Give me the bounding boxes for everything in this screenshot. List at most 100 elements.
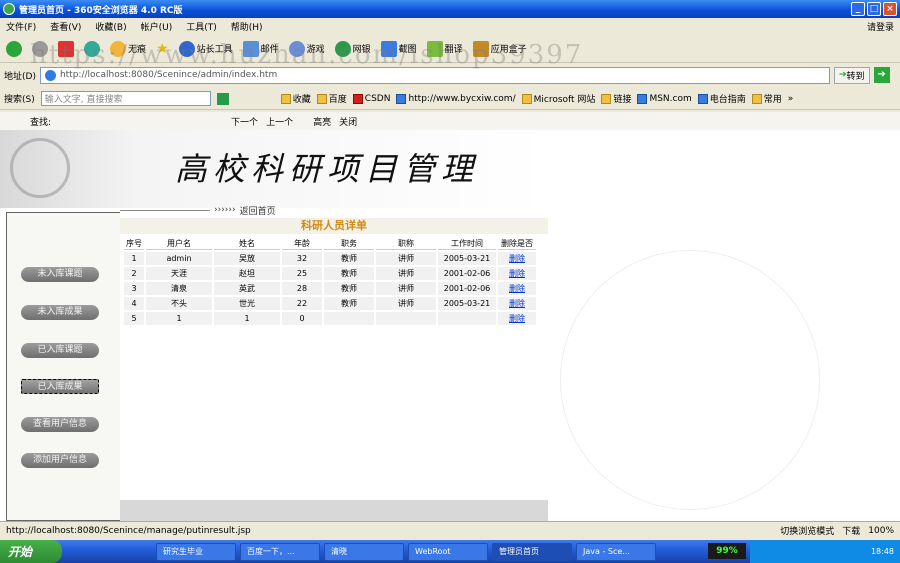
toolbar-games[interactable]: 游戏 bbox=[288, 40, 325, 57]
browser-logo-icon bbox=[3, 3, 15, 15]
taskbar-item[interactable]: 百度一下，... bbox=[240, 542, 320, 561]
toolbar-translate[interactable]: 翻译 bbox=[426, 40, 463, 57]
menu-tools[interactable]: 工具(T) bbox=[186, 20, 217, 33]
taskbar-item[interactable]: Java - Sce... bbox=[576, 542, 656, 561]
taskbar: 开始 研究生毕业 百度一下，... 清晓 WebRoot 管理员首页 Java … bbox=[0, 540, 900, 563]
mail-icon bbox=[242, 40, 259, 57]
address-label: 地址(D) bbox=[4, 71, 36, 82]
switch-mode-button[interactable]: 切换浏览模式 bbox=[780, 524, 834, 537]
toolbar-incognito[interactable]: 无痕 bbox=[110, 40, 146, 57]
fav-link-common[interactable]: 常用 bbox=[751, 92, 782, 105]
screenshot-icon bbox=[380, 40, 397, 57]
page-icon bbox=[44, 69, 56, 81]
globe-decoration-icon bbox=[10, 138, 70, 198]
ie-page-icon bbox=[396, 93, 407, 104]
sidebar-item-add-user[interactable]: 添加用户信息 bbox=[21, 453, 99, 468]
fav-link-microsoft[interactable]: Microsoft 网站 bbox=[521, 92, 595, 105]
fav-link-baidu[interactable]: 百度 bbox=[316, 92, 347, 105]
col-header: 职务 bbox=[324, 238, 374, 250]
toolbar-screenshot[interactable]: 截图 bbox=[380, 40, 417, 57]
back-home-link[interactable]: 返回首页 bbox=[240, 204, 276, 217]
taskbar-item[interactable]: 清晓 bbox=[324, 542, 404, 561]
search-label: 搜索(S) bbox=[4, 95, 35, 105]
menu-account[interactable]: 帐户(U) bbox=[141, 20, 173, 33]
folder-icon bbox=[751, 93, 762, 104]
menu-bar: 文件(F) 查看(V) 收藏(B) 帐户(U) 工具(T) 帮助(H) 请登录 bbox=[0, 18, 900, 35]
search-input[interactable]: 输入文字, 直接搜索 bbox=[40, 91, 211, 106]
back-button[interactable] bbox=[6, 40, 22, 57]
radio-icon bbox=[697, 93, 708, 104]
taskbar-item[interactable]: WebRoot bbox=[408, 542, 488, 561]
find-close-button[interactable]: 关闭 bbox=[339, 115, 357, 128]
favorites-menu[interactable]: 收藏 bbox=[280, 92, 311, 105]
toolbar-ebank[interactable]: 网银 bbox=[334, 40, 371, 57]
search-go-icon[interactable] bbox=[216, 92, 229, 105]
delete-link[interactable]: 删除 bbox=[498, 282, 536, 295]
researchers-table: 序号 用户名 姓名 年龄 职务 职称 工作时间 删除是否 1 admin 吴放 32 教… bbox=[122, 236, 538, 327]
star-icon: ★ bbox=[156, 40, 169, 57]
delete-link[interactable]: 删除 bbox=[498, 252, 536, 265]
menu-view[interactable]: 查看(V) bbox=[50, 20, 81, 33]
ebank-icon bbox=[334, 40, 351, 57]
taskbar-item-active[interactable]: 管理员首页 bbox=[492, 542, 572, 561]
fav-link-links[interactable]: 链接 bbox=[601, 92, 631, 105]
csdn-icon bbox=[352, 93, 363, 104]
status-bar: http://localhost:8080/Scenince/manage/pu… bbox=[0, 521, 900, 539]
taskbar-item[interactable]: 研究生毕业 bbox=[156, 542, 236, 561]
maximize-button[interactable]: □ bbox=[867, 2, 881, 16]
address-bar: 地址(D) http://localhost:8080/Scenince/adm… bbox=[0, 64, 900, 86]
stop-button[interactable] bbox=[58, 40, 74, 57]
toolbar-webmaster[interactable]: 站长工具 bbox=[178, 40, 233, 57]
fav-link-msn[interactable]: MSN.com bbox=[637, 93, 692, 104]
clock[interactable]: 18:48 bbox=[871, 547, 894, 556]
webmaster-tools-icon bbox=[178, 40, 195, 57]
forward-button[interactable] bbox=[32, 40, 48, 57]
toolbar-favorite-star[interactable]: ★ bbox=[156, 41, 169, 57]
login-link[interactable]: 请登录 bbox=[867, 20, 894, 33]
download-button[interactable]: 下载 bbox=[842, 524, 860, 537]
address-input[interactable]: http://localhost:8080/Scenince/admin/ind… bbox=[39, 66, 830, 84]
main-panel: 科研人员详单 序号 用户名 姓名 年龄 职务 职称 工作时间 删除是否 1 adm… bbox=[120, 216, 548, 521]
close-button[interactable]: × bbox=[883, 2, 897, 16]
browser-toolbar: 无痕 ★ 站长工具 邮件 游戏 网银 截图 翻译 应用盒子 bbox=[0, 35, 900, 63]
sidebar-item-stored-topics[interactable]: 已入库课题 bbox=[21, 343, 99, 358]
delete-link[interactable]: 删除 bbox=[498, 297, 536, 310]
fav-link-csdn[interactable]: CSDN bbox=[352, 93, 390, 104]
sidebar-item-view-users[interactable]: 查看用户信息 bbox=[21, 417, 99, 432]
favorites-icon bbox=[280, 93, 291, 104]
sidebar-item-unstored-topics[interactable]: 未入库课题 bbox=[21, 267, 99, 282]
col-header: 用户名 bbox=[146, 238, 212, 250]
find-next-button[interactable]: 下一个 bbox=[231, 115, 258, 128]
sidebar-item-stored-results[interactable]: 已入库成果 bbox=[21, 379, 99, 394]
col-header: 姓名 bbox=[214, 238, 280, 250]
menu-file[interactable]: 文件(F) bbox=[6, 20, 36, 33]
refresh-button[interactable] bbox=[84, 40, 100, 57]
find-prev-button[interactable]: 上一个 bbox=[266, 115, 293, 128]
sidebar: 未入库课题 未入库成果 已入库课题 已入库成果 查看用户信息 添加用户信息 bbox=[6, 212, 120, 521]
menu-help[interactable]: 帮助(H) bbox=[231, 20, 263, 33]
system-tray: 18:48 bbox=[750, 540, 900, 563]
fav-more-button[interactable]: » bbox=[788, 94, 794, 104]
incognito-icon bbox=[110, 40, 126, 57]
delete-link[interactable]: 删除 bbox=[498, 312, 536, 325]
go-button[interactable]: ➔ 转到 bbox=[833, 66, 870, 84]
go-green-button[interactable]: ➔ bbox=[873, 67, 890, 83]
table-header-row: 序号 用户名 姓名 年龄 职务 职称 工作时间 删除是否 bbox=[124, 238, 536, 250]
toolbar-mail[interactable]: 邮件 bbox=[242, 40, 279, 57]
folder-icon bbox=[601, 93, 612, 104]
fav-link-radio[interactable]: 电台指南 bbox=[697, 92, 746, 105]
delete-link[interactable]: 删除 bbox=[498, 267, 536, 280]
fav-link-bycxiw[interactable]: http://www.bycxiw.com/ bbox=[396, 93, 516, 104]
zoom-level[interactable]: 100% bbox=[868, 526, 894, 536]
baidu-icon bbox=[316, 93, 327, 104]
status-url: http://localhost:8080/Scenince/manage/pu… bbox=[6, 525, 251, 536]
menu-favorites[interactable]: 收藏(B) bbox=[95, 20, 126, 33]
find-highlight-button[interactable]: 高亮 bbox=[313, 115, 331, 128]
toolbar-app-box[interactable]: 应用盒子 bbox=[472, 40, 527, 57]
start-button[interactable]: 开始 bbox=[0, 540, 62, 563]
sidebar-item-unstored-results[interactable]: 未入库成果 bbox=[21, 305, 99, 320]
app-box-icon bbox=[472, 40, 489, 57]
minimize-button[interactable]: _ bbox=[851, 2, 865, 16]
table-row: 4 不头 世光 22 教师 讲师 2005-03-21 删除 bbox=[124, 297, 536, 310]
footer-strip bbox=[120, 500, 548, 521]
